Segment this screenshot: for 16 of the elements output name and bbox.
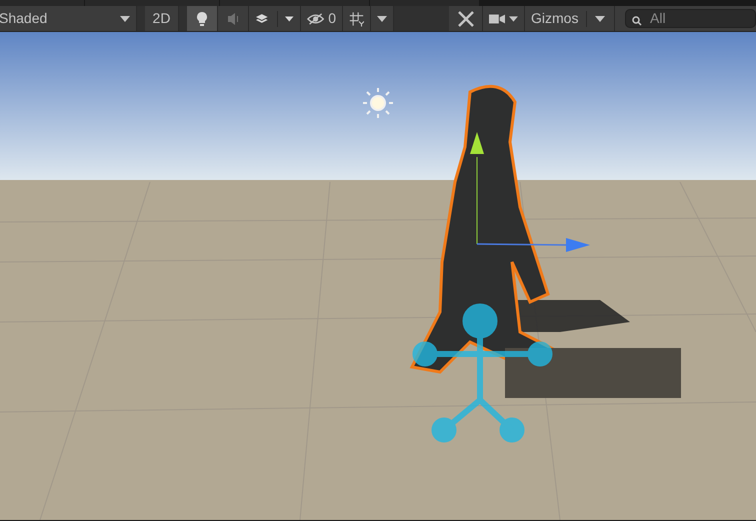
character-scene-drawing[interactable] <box>410 84 681 442</box>
caret-icon <box>377 16 387 22</box>
speaker-icon <box>225 10 241 26</box>
caret-icon <box>285 16 294 22</box>
tools-icon <box>456 10 474 28</box>
hidden-eye-icon <box>307 12 324 26</box>
caret-icon <box>120 16 130 22</box>
search-field[interactable]: All <box>625 9 756 28</box>
lighting-toggle-button[interactable] <box>187 6 218 31</box>
grid-icon <box>349 10 364 28</box>
lightbulb-icon <box>194 10 210 26</box>
caret-icon <box>509 16 518 22</box>
camera-icon <box>489 12 506 26</box>
scene-viewport[interactable] <box>0 32 756 520</box>
draw-mode-dropdown[interactable]: Shaded <box>0 6 137 31</box>
caret-icon <box>595 16 606 22</box>
